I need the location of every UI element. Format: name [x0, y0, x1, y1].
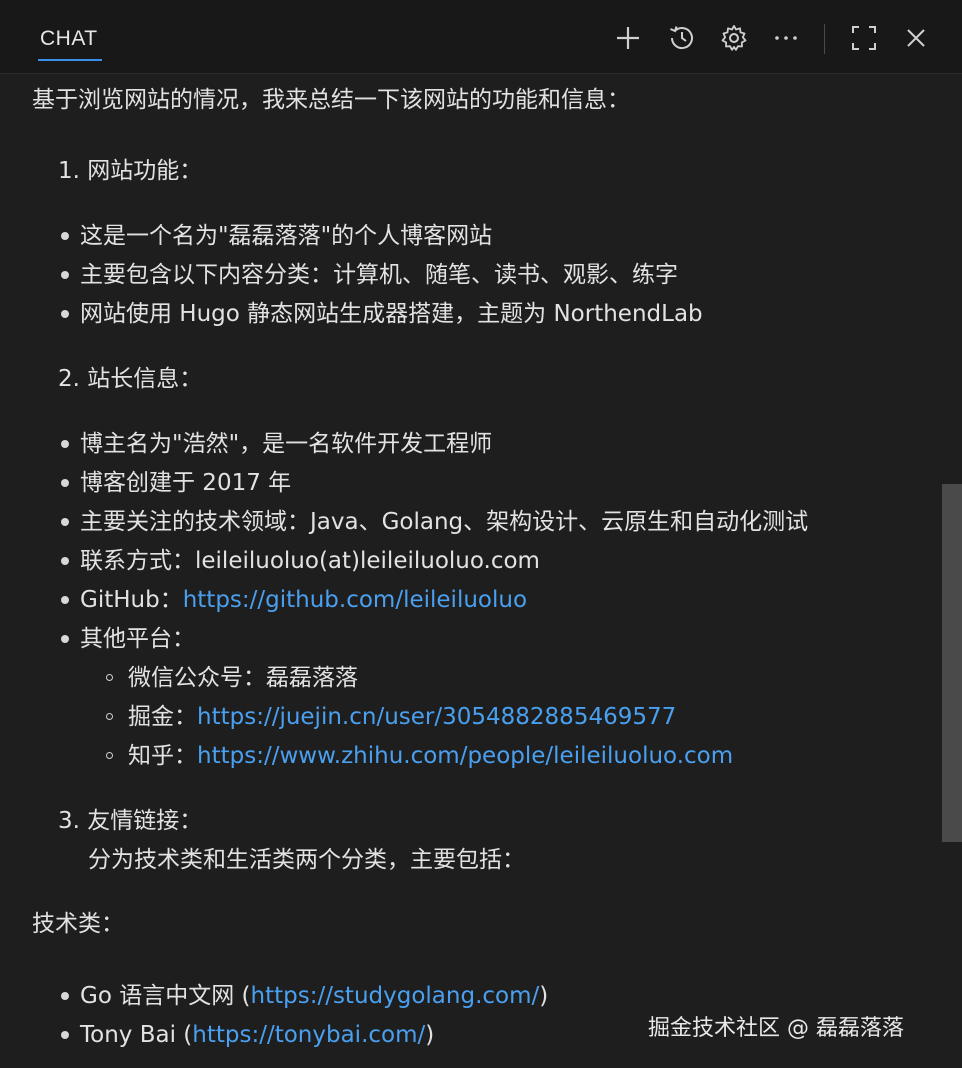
chat-response: 基于浏览网站的情况，我来总结一下该网站的功能和信息： 1. 网站功能： 这是一个… — [0, 75, 940, 1068]
bullet — [61, 1031, 69, 1039]
bullet — [61, 232, 69, 240]
list-item: 主要关注的技术领域：Java、Golang、架构设计、云原生和自动化测试 — [80, 509, 809, 535]
bullet — [61, 518, 69, 526]
gear-icon[interactable] — [718, 22, 750, 54]
sub-bullet — [106, 713, 113, 720]
sub-list-item-zhihu: 知乎：https://www.zhihu.com/people/leileilu… — [128, 741, 733, 771]
more-icon[interactable] — [770, 22, 802, 54]
tech-link-url[interactable]: https://tonybai.com/ — [192, 1022, 425, 1048]
sub-list-item: 微信公众号：磊磊落落 — [128, 665, 358, 691]
tech-link-url[interactable]: https://studygolang.com/ — [251, 983, 540, 1009]
tech-link-name: Go 语言中文网 ( — [80, 983, 251, 1009]
tech-heading: 技术类： — [32, 911, 124, 937]
sub-list-item-juejin: 掘金：https://juejin.cn/user/30548828854695… — [128, 702, 676, 732]
maximize-icon[interactable] — [848, 22, 880, 54]
zhihu-link[interactable]: https://www.zhihu.com/people/leileiluolu… — [197, 743, 733, 769]
list-item: 这是一个名为"磊磊落落"的个人博客网站 — [80, 223, 493, 249]
tech-link-suffix: ) — [425, 1022, 435, 1048]
tech-link-suffix: ) — [539, 983, 549, 1009]
intro-text: 基于浏览网站的情况，我来总结一下该网站的功能和信息： — [32, 87, 630, 113]
list-item-github: GitHub：https://github.com/leileiluoluo — [80, 585, 527, 615]
list-item: 联系方式：leileiluoluo(at)leileiluoluo.com — [80, 548, 540, 574]
watermark: 掘金技术社区 @ 磊磊落落 — [648, 1016, 904, 1041]
bullet — [61, 440, 69, 448]
bullet — [61, 992, 69, 1000]
list-item: 网站使用 Hugo 静态网站生成器搭建，主题为 NorthendLab — [80, 301, 703, 327]
tech-link-name: Tony Bai ( — [80, 1022, 193, 1048]
section3-description: 分为技术类和生活类两个分类，主要包括： — [88, 847, 525, 873]
section1-heading: 1. 网站功能： — [58, 158, 203, 184]
history-icon[interactable] — [666, 22, 698, 54]
list-item: 其他平台： — [80, 626, 195, 652]
toolbar-divider — [824, 24, 825, 54]
scrollbar-thumb[interactable] — [942, 484, 962, 842]
github-label: GitHub： — [80, 587, 183, 613]
list-item: 博客创建于 2017 年 — [80, 470, 292, 496]
tab-chat[interactable]: CHAT — [40, 27, 98, 51]
tech-link-item: Tony Bai (https://tonybai.com/) — [80, 1020, 434, 1050]
bullet — [61, 310, 69, 318]
active-tab-indicator — [38, 59, 102, 61]
chat-header: CHAT — [0, 0, 962, 74]
github-link[interactable]: https://github.com/leileiluoluo — [183, 587, 527, 613]
bullet — [61, 635, 69, 643]
bullet — [61, 479, 69, 487]
sub-bullet — [106, 674, 113, 681]
bullet — [61, 271, 69, 279]
juejin-label: 掘金： — [128, 704, 197, 730]
sub-bullet — [106, 752, 113, 759]
plus-icon[interactable] — [612, 22, 644, 54]
list-item: 博主名为"浩然"，是一名软件开发工程师 — [80, 431, 493, 457]
bullet — [61, 557, 69, 565]
section3-heading: 3. 友情链接： — [58, 808, 203, 834]
tech-link-item: Go 语言中文网 (https://studygolang.com/) — [80, 981, 548, 1011]
zhihu-label: 知乎： — [128, 743, 197, 769]
bullet — [61, 596, 69, 604]
juejin-link[interactable]: https://juejin.cn/user/3054882885469577 — [197, 704, 676, 730]
list-item: 主要包含以下内容分类：计算机、随笔、读书、观影、练字 — [80, 262, 678, 288]
section2-heading: 2. 站长信息： — [58, 366, 203, 392]
close-icon[interactable] — [900, 22, 932, 54]
